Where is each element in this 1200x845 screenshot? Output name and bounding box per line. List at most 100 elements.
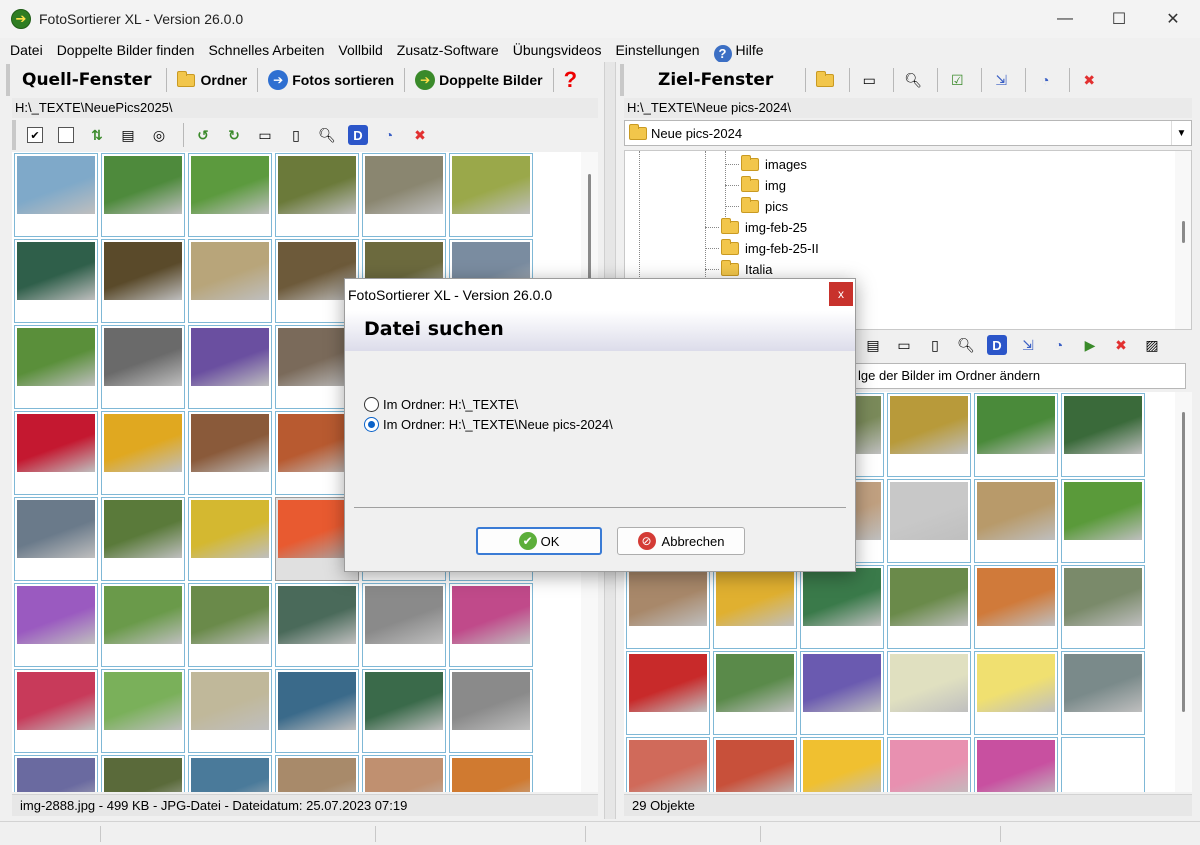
menu-hilfe[interactable]: ? Hilfe <box>707 38 771 63</box>
photo-thumbnail[interactable] <box>1060 565 1145 649</box>
photo-thumbnail[interactable] <box>274 583 359 667</box>
photo-thumbnail[interactable] <box>361 583 446 667</box>
refresh-target-icon[interactable]: ◔ <box>1032 67 1058 93</box>
photo-thumbnail[interactable] <box>100 755 185 792</box>
chevron-down-icon[interactable]: ▼ <box>1171 121 1191 145</box>
delete-target-icon[interactable]: ✖ <box>1076 67 1102 93</box>
list-view-icon[interactable]: ▤ <box>115 122 141 148</box>
tree-item-images[interactable]: images <box>741 154 807 175</box>
help-button[interactable]: ? <box>560 66 581 94</box>
rename-small-icon[interactable]: ▭ <box>891 332 917 358</box>
photo-thumbnail[interactable] <box>100 411 185 495</box>
photo-thumbnail[interactable] <box>187 669 272 753</box>
refresh-icon[interactable]: ◔ <box>376 122 402 148</box>
photo-thumbnail[interactable] <box>100 669 185 753</box>
photo-thumbnail[interactable] <box>973 565 1058 649</box>
photo-thumbnail[interactable] <box>1060 737 1145 792</box>
sort-order-icon[interactable]: ⇅ <box>84 122 110 148</box>
sort-photos-button[interactable]: ➔ Fotos sortieren <box>264 66 398 94</box>
select-all-icon[interactable]: ✔ <box>27 127 43 143</box>
properties-icon[interactable]: ▯ <box>283 122 309 148</box>
photo-thumbnail[interactable] <box>1060 393 1145 477</box>
photo-thumbnail[interactable] <box>1060 651 1145 735</box>
photo-thumbnail[interactable] <box>973 479 1058 563</box>
photo-thumbnail[interactable] <box>712 565 797 649</box>
photo-thumbnail[interactable] <box>361 669 446 753</box>
photo-thumbnail[interactable] <box>973 737 1058 792</box>
menu-uebungsvideos[interactable]: Übungsvideos <box>506 38 609 62</box>
photo-thumbnail[interactable] <box>1060 479 1145 563</box>
photo-thumbnail[interactable] <box>448 153 533 237</box>
photo-thumbnail[interactable] <box>973 393 1058 477</box>
photo-thumbnail[interactable] <box>361 153 446 237</box>
photo-thumbnail[interactable] <box>100 153 185 237</box>
photo-thumbnail[interactable] <box>13 239 98 323</box>
photo-thumbnail[interactable] <box>13 153 98 237</box>
duplicate-d-target-icon[interactable]: D <box>984 332 1010 358</box>
radio-unchecked[interactable] <box>364 397 379 412</box>
photo-thumbnail[interactable] <box>886 393 971 477</box>
photo-thumbnail[interactable] <box>100 497 185 581</box>
photo-thumbnail[interactable] <box>187 239 272 323</box>
check-icon[interactable]: ☑ <box>944 67 970 93</box>
cancel-button[interactable]: ⊘ Abbrechen <box>617 527 745 555</box>
delete-icon[interactable]: ✖ <box>407 122 433 148</box>
photo-thumbnail[interactable] <box>886 479 971 563</box>
target-folder-combo[interactable]: Neue pics-2024 ▼ <box>624 120 1192 146</box>
sort-order-field[interactable]: lge der Bilder im Ordner ändern <box>854 363 1186 389</box>
rotate-left-icon[interactable]: ↺ <box>190 122 216 148</box>
photo-thumbnail[interactable] <box>187 411 272 495</box>
dialog-close-button[interactable]: x <box>829 282 853 306</box>
photo-thumbnail[interactable] <box>625 651 710 735</box>
photo-thumbnail[interactable] <box>13 583 98 667</box>
photo-thumbnail[interactable] <box>100 239 185 323</box>
move-icon[interactable]: ⇲ <box>988 67 1014 93</box>
play-icon[interactable]: ▶ <box>1077 332 1103 358</box>
photo-thumbnail[interactable] <box>187 583 272 667</box>
radio-checked[interactable] <box>364 417 379 432</box>
photo-thumbnail[interactable] <box>274 153 359 237</box>
maximize-button[interactable]: ☐ <box>1092 0 1146 38</box>
image-view-icon[interactable]: ▨ <box>1139 332 1165 358</box>
duplicate-images-button[interactable]: ➔ Doppelte Bilder <box>411 66 546 94</box>
search-icon[interactable]: 🔍︎ <box>314 122 340 148</box>
photo-thumbnail[interactable] <box>13 669 98 753</box>
photo-thumbnail[interactable] <box>799 737 884 792</box>
photo-thumbnail[interactable] <box>187 755 272 792</box>
photo-thumbnail[interactable] <box>712 651 797 735</box>
duplicate-d-icon[interactable]: D <box>345 122 371 148</box>
list-view-target-icon[interactable]: ▤ <box>860 332 886 358</box>
menu-zusatz-software[interactable]: Zusatz-Software <box>390 38 506 62</box>
refresh-small-icon[interactable]: ◔ <box>1046 332 1072 358</box>
rename-target-icon[interactable]: ▭ <box>856 67 882 93</box>
photo-thumbnail[interactable] <box>799 651 884 735</box>
tree-scrollbar[interactable] <box>1175 151 1191 329</box>
delete-small-icon[interactable]: ✖ <box>1108 332 1134 358</box>
move-small-icon[interactable]: ⇲ <box>1015 332 1041 358</box>
tree-item-pics[interactable]: pics <box>741 196 788 217</box>
photo-thumbnail[interactable] <box>799 565 884 649</box>
radio-option-target[interactable]: Im Ordner: H:\_TEXTE\Neue pics-2024\ <box>364 417 613 432</box>
photo-thumbnail[interactable] <box>100 325 185 409</box>
radio-option-source[interactable]: Im Ordner: H:\_TEXTE\ <box>364 397 518 412</box>
menu-vollbild[interactable]: Vollbild <box>331 38 389 62</box>
tree-item-img-feb-25[interactable]: img-feb-25 <box>721 217 807 238</box>
tree-item-img[interactable]: img <box>741 175 786 196</box>
minimize-button[interactable]: — <box>1038 0 1092 38</box>
menu-datei[interactable]: Datei <box>3 38 50 62</box>
rename-icon[interactable]: ▭ <box>252 122 278 148</box>
photo-thumbnail[interactable] <box>187 325 272 409</box>
photo-thumbnail[interactable] <box>886 737 971 792</box>
new-folder-icon[interactable] <box>812 67 838 93</box>
photo-thumbnail[interactable] <box>187 153 272 237</box>
close-window-button[interactable]: ✕ <box>1146 0 1200 38</box>
photo-thumbnail[interactable] <box>448 583 533 667</box>
tree-item-italia[interactable]: Italia <box>721 259 772 280</box>
folder-button[interactable]: Ordner <box>173 66 252 94</box>
photo-thumbnail[interactable] <box>886 565 971 649</box>
photo-thumbnail[interactable] <box>100 583 185 667</box>
photo-thumbnail[interactable] <box>13 325 98 409</box>
photo-thumbnail[interactable] <box>448 669 533 753</box>
rotate-right-icon[interactable]: ↻ <box>221 122 247 148</box>
photo-thumbnail[interactable] <box>13 497 98 581</box>
